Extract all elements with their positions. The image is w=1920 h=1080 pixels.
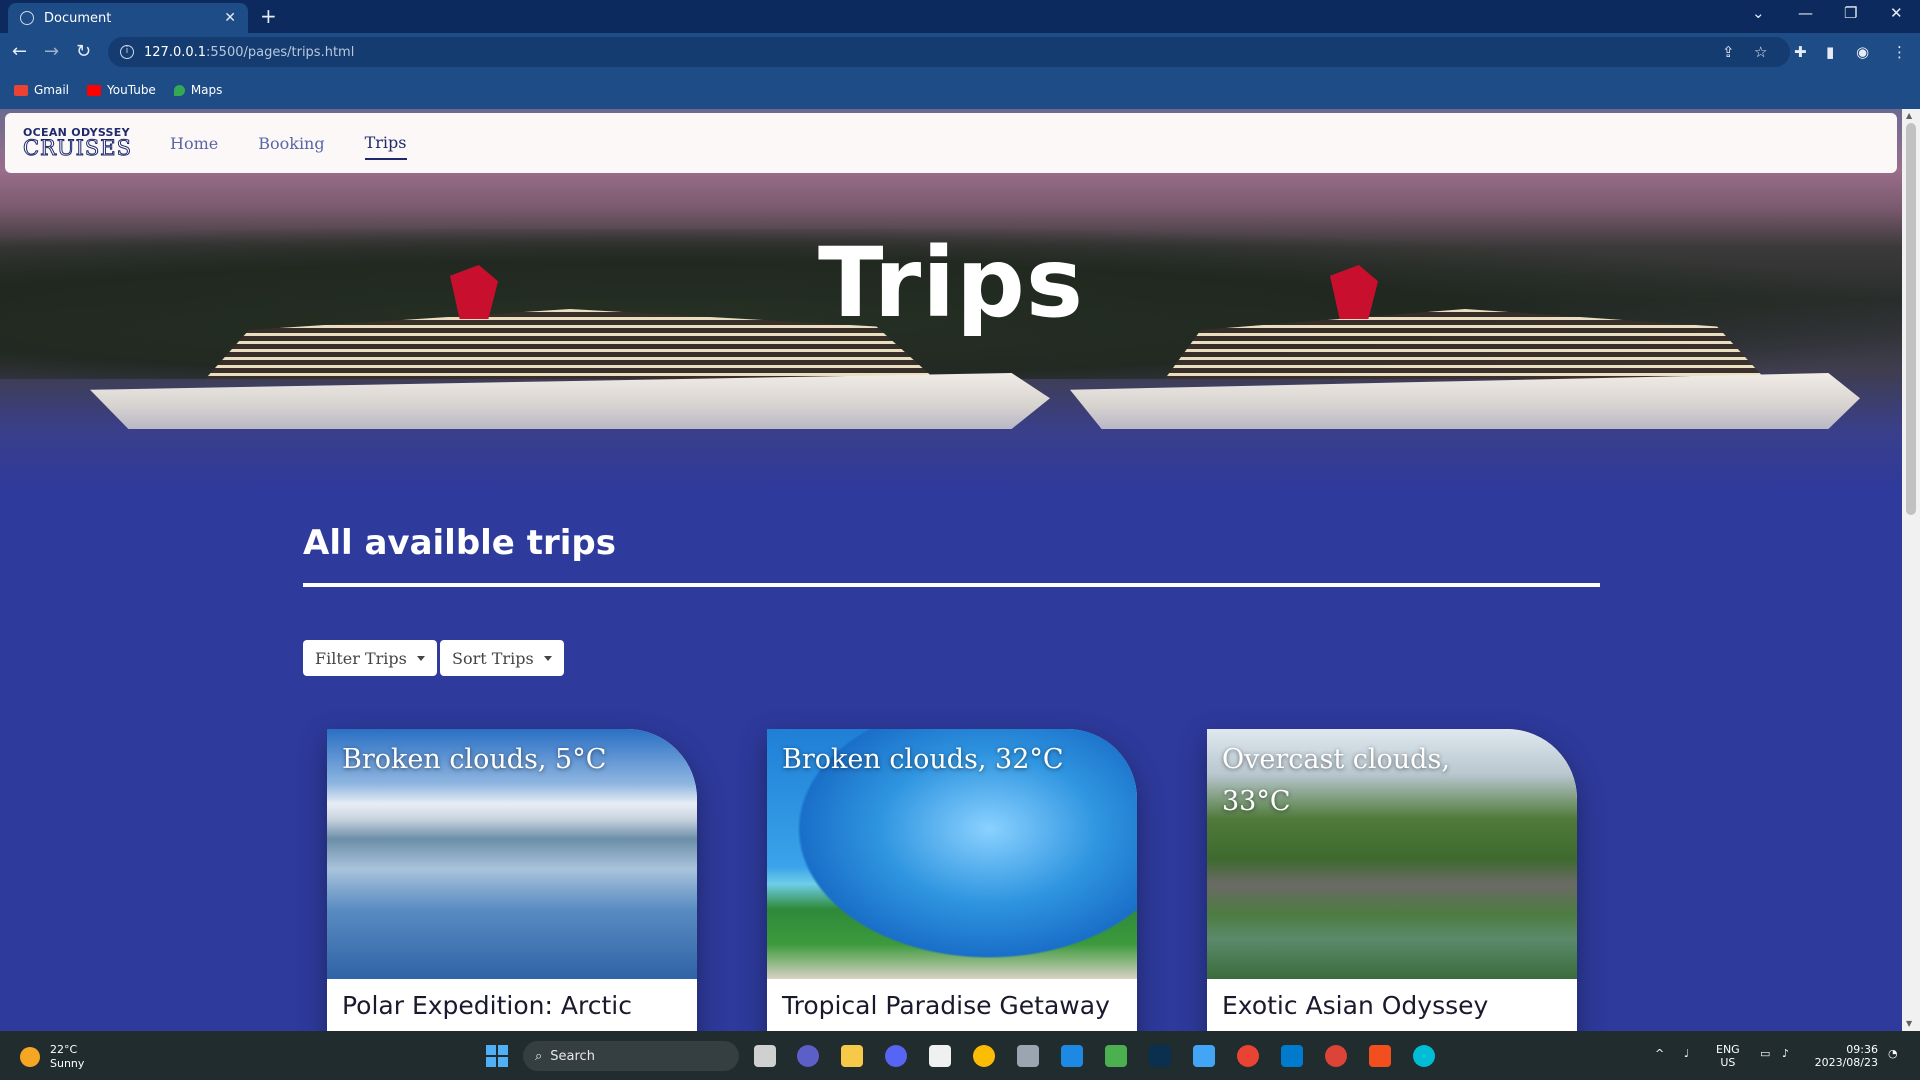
app-icon[interactable] [1413,1045,1435,1067]
trip-name: Tropical Paradise Getaway [782,991,1110,1020]
tab-title: Document [44,10,112,26]
teams-icon[interactable] [797,1045,819,1067]
language-indicator[interactable]: ENG US [1716,1043,1740,1069]
sun-icon [20,1047,40,1067]
forward-icon[interactable]: → [44,41,59,62]
network-icon[interactable]: ▭ [1760,1047,1770,1060]
weather-condition: Sunny [50,1057,85,1070]
file-explorer-icon[interactable] [841,1045,863,1067]
lightroom-icon[interactable] [1149,1045,1171,1067]
site-navbar: OCEAN ODYSSEY CRUISES Home Booking Trips [5,113,1897,173]
chrome-profile-icon[interactable] [1237,1045,1259,1067]
reload-icon[interactable]: ↻ [76,41,91,62]
section-divider [303,583,1600,587]
youtube-icon [87,84,102,96]
page-viewport: Trips OCEAN ODYSSEY CRUISES Home Booking… [0,109,1902,1031]
trip-weather: Overcast clouds, 33°C [1222,744,1450,817]
lang-line-2: US [1720,1056,1736,1069]
nav-home[interactable]: Home [170,128,218,159]
back-icon[interactable]: ← [12,41,27,62]
browser-tab-strip: Document ✕ + ⌄ — ❐ ✕ [0,0,1920,33]
extensions-icon[interactable]: ✚ [1794,43,1807,61]
tab-search-chevron-icon[interactable]: ⌄ [1752,4,1765,22]
chrome-icon[interactable] [973,1045,995,1067]
section-title: All availble trips [303,523,616,563]
windows-start-icon[interactable] [486,1045,508,1067]
gmail-icon [14,84,28,96]
menu-icon[interactable]: ⋮ [1892,43,1907,61]
task-view-icon[interactable] [754,1045,776,1067]
sort-trips-label: Sort Trips [452,648,534,668]
clock[interactable]: 09:36 2023/08/23 [1812,1043,1878,1069]
nav-booking[interactable]: Booking [258,128,324,159]
scroll-up-icon[interactable]: ▲ [1906,111,1912,120]
vscode-icon[interactable] [1281,1045,1303,1067]
browser-tab[interactable]: Document ✕ [8,3,248,33]
site-logo[interactable]: OCEAN ODYSSEY CRUISES [23,127,132,159]
taskbar-search-label: Search [550,1048,595,1064]
bookmark-label: YouTube [107,83,156,97]
share-icon[interactable]: ⇪ [1722,43,1735,61]
url-host: 127.0.0.1 [144,44,207,60]
site-info-icon[interactable]: i [120,45,134,59]
bookmark-youtube[interactable]: YouTube [87,83,156,97]
clock-date: 2023/08/23 [1814,1056,1878,1069]
trip-weather: Broken clouds, 32°C [782,744,1064,775]
side-panel-icon[interactable]: ▮ [1826,43,1834,61]
clock-time: 09:36 [1846,1043,1878,1056]
spreadsheet-icon[interactable] [1105,1045,1127,1067]
chrome-active-icon[interactable] [1325,1045,1347,1067]
globe-icon [20,11,34,25]
taskbar-weather[interactable]: 22°C Sunny [20,1043,84,1071]
photos-icon[interactable] [1193,1045,1215,1067]
logo-line-2: CRUISES [23,136,132,160]
bookmarks-bar: Gmail YouTube Maps [0,71,1920,109]
filter-trips-button[interactable]: Filter Trips [303,640,437,676]
caret-down-icon [543,655,552,661]
minimize-icon[interactable]: — [1798,4,1813,22]
nav-trips[interactable]: Trips [364,127,407,160]
bookmark-gmail[interactable]: Gmail [14,83,69,97]
tab-close-icon[interactable]: ✕ [224,10,236,26]
app-icon[interactable] [1061,1045,1083,1067]
bookmark-label: Maps [190,83,223,97]
trip-name: Polar Expedition: Arctic [342,991,632,1020]
chevron-up-icon[interactable]: ^ [1655,1047,1664,1060]
address-bar[interactable]: i 127.0.0.1:5500/pages/trips.html [108,37,1790,67]
browser-toolbar: ← → ↻ i 127.0.0.1:5500/pages/trips.html … [0,33,1920,71]
maps-icon [173,84,185,96]
volume-icon[interactable]: ♪ [1782,1047,1789,1060]
trip-weather: Broken clouds, 5°C [342,744,607,775]
weather-temp: 22°C [50,1043,78,1056]
scrollbar-thumb[interactable] [1906,123,1916,515]
lang-line-1: ENG [1716,1043,1740,1056]
bookmark-label: Gmail [34,83,70,97]
discord-icon[interactable] [885,1045,907,1067]
bookmark-maps[interactable]: Maps [173,83,223,97]
restore-icon[interactable]: ❐ [1844,4,1857,22]
app-icon[interactable] [929,1045,951,1067]
trip-card-arctic[interactable]: Broken clouds, 5°C Polar Expedition: Arc… [327,729,697,1031]
pen-tool-icon[interactable] [1017,1045,1039,1067]
trip-card-asian[interactable]: Overcast clouds, 33°C Exotic Asian Odyss… [1207,729,1577,1031]
sort-trips-button[interactable]: Sort Trips [440,640,564,676]
trip-name: Exotic Asian Odyssey [1222,991,1489,1020]
close-window-icon[interactable]: ✕ [1890,4,1903,22]
url-path: :5500/pages/trips.html [206,44,355,60]
hero-title: Trips [817,227,1085,339]
taskbar-search[interactable]: ⌕ Search [523,1041,739,1071]
search-icon: ⌕ [535,1048,543,1064]
scroll-down-icon[interactable]: ▼ [1906,1019,1912,1028]
caret-down-icon [416,655,425,661]
windows-taskbar: 22°C Sunny ⌕ Search ^ ♩ ENG US ▭ ♪ 09:36… [0,1031,1920,1080]
filter-trips-label: Filter Trips [315,648,407,668]
bookmark-star-icon[interactable]: ☆ [1754,43,1767,61]
microphone-icon[interactable]: ♩ [1684,1047,1689,1060]
trip-card-tropical[interactable]: Broken clouds, 32°C Tropical Paradise Ge… [767,729,1137,1031]
profile-icon[interactable]: ◉ [1856,43,1869,61]
figma-icon[interactable] [1369,1045,1391,1067]
notification-bell-icon[interactable]: ◔ [1888,1047,1898,1060]
page-scrollbar[interactable]: ▲ ▼ [1902,109,1920,1031]
new-tab-button[interactable]: + [260,4,277,28]
